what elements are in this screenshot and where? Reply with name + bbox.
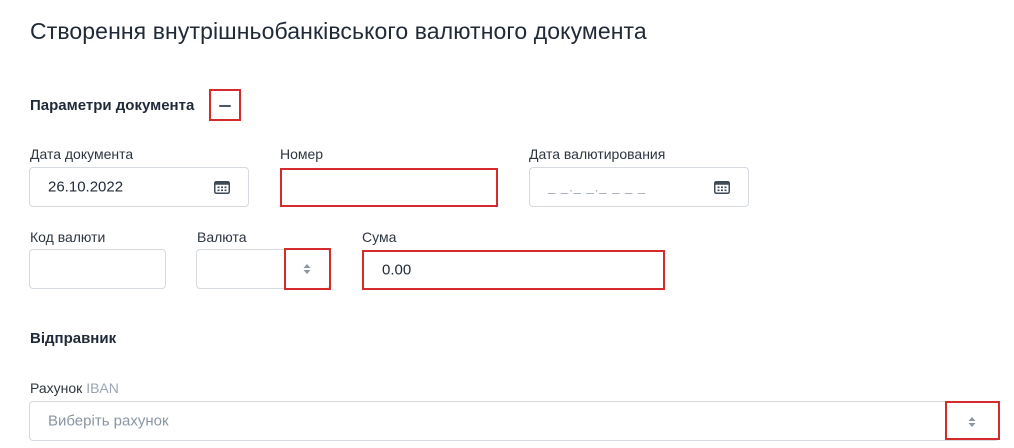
sender-section-title: Відправник bbox=[30, 330, 117, 347]
currency-code-input[interactable] bbox=[29, 249, 166, 289]
sort-arrows-icon bbox=[968, 417, 976, 427]
collapse-params-button[interactable] bbox=[209, 89, 241, 121]
account-label: Рахунок IBAN bbox=[30, 380, 119, 396]
account-label-suffix: IBAN bbox=[86, 380, 119, 396]
value-date-input[interactable]: _ _._ _._ _ _ _ bbox=[529, 167, 749, 207]
number-label: Номер bbox=[280, 146, 324, 162]
doc-date-label: Дата документа bbox=[30, 146, 134, 162]
amount-input[interactable]: 0.00 bbox=[362, 250, 665, 290]
sort-arrows-icon bbox=[303, 264, 311, 274]
doc-date-value: 26.10.2022 bbox=[48, 178, 124, 196]
params-section-title: Параметри документа bbox=[30, 97, 195, 114]
currency-code-label: Код валюти bbox=[30, 229, 106, 245]
calendar-icon[interactable] bbox=[214, 180, 230, 194]
account-placeholder: Виберіть рахунок bbox=[48, 412, 169, 430]
currency-select-toggle[interactable] bbox=[284, 248, 331, 290]
number-input[interactable] bbox=[280, 168, 498, 207]
value-date-label: Дата валютирования bbox=[529, 146, 666, 162]
account-select-toggle[interactable] bbox=[945, 401, 1000, 440]
calendar-icon[interactable] bbox=[714, 180, 730, 194]
minus-icon bbox=[219, 105, 231, 107]
currency-label: Валюта bbox=[197, 229, 247, 245]
account-select[interactable]: Виберіть рахунок bbox=[29, 401, 999, 441]
page-title: Створення внутрішньобанківського валютно… bbox=[30, 18, 647, 44]
amount-label: Сума bbox=[362, 229, 397, 245]
value-date-mask: _ _._ _._ _ _ _ bbox=[548, 179, 647, 195]
amount-value: 0.00 bbox=[382, 261, 412, 279]
doc-date-input[interactable]: 26.10.2022 bbox=[29, 167, 249, 207]
account-label-text: Рахунок bbox=[30, 380, 83, 396]
